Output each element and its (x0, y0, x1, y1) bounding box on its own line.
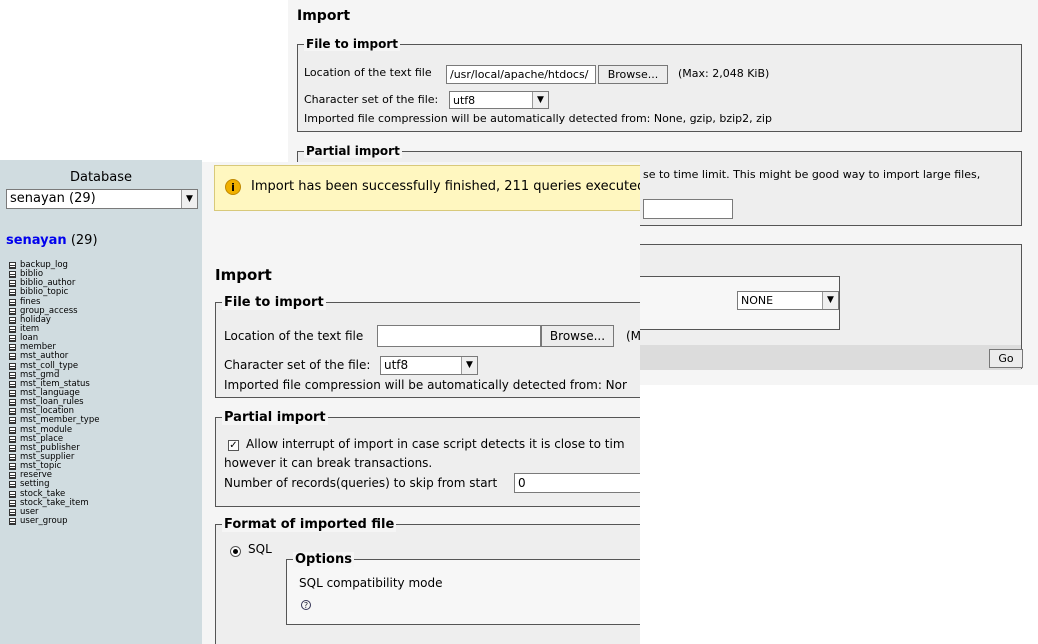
table-icon (9, 289, 16, 297)
table-icon (9, 508, 16, 516)
table-list: backup_log biblio biblio_author biblio_topi… (9, 261, 99, 526)
back-charset-label: Character set of the file: (304, 93, 439, 106)
sql-compat-label: SQL compatibility mode (299, 576, 443, 590)
back-charset-select[interactable]: utf8 ▼ (449, 91, 549, 109)
sql-format-radio[interactable] (230, 546, 241, 557)
table-icon (9, 399, 16, 407)
options-fieldset: Options SQL compatibility mode ? (286, 552, 640, 625)
back-compression-text: Imported file compression will be automa… (304, 112, 772, 125)
options-legend: Options (293, 552, 354, 567)
file-to-import-fieldset: File to import Location of the text file… (215, 295, 640, 398)
table-list-item[interactable]: user_group (9, 517, 99, 526)
back-partial-text: se to time limit. This might be good way… (643, 168, 981, 181)
database-name-link[interactable]: senayan (29) (6, 233, 98, 248)
table-icon (9, 326, 16, 334)
table-icon (9, 435, 16, 443)
back-compat-select[interactable]: NONE ▼ (737, 291, 839, 310)
charset-label: Character set of the file: (224, 358, 371, 372)
table-icon (9, 298, 16, 306)
database-select[interactable]: senayan (29) ▼ (6, 189, 198, 209)
back-file-to-import-fieldset: File to import Location of the text file… (297, 37, 1022, 132)
back-partial-legend: Partial import (304, 144, 402, 158)
database-name[interactable]: senayan (6, 233, 67, 248)
table-icon (9, 481, 16, 489)
table-icon (9, 335, 16, 343)
browse-button[interactable]: Browse... (541, 325, 614, 347)
table-icon (9, 353, 16, 361)
location-input[interactable] (377, 325, 541, 347)
format-legend: Format of imported file (222, 517, 397, 532)
table-icon (9, 390, 16, 398)
chevron-down-icon: ▼ (461, 357, 477, 374)
table-icon (9, 408, 16, 416)
back-charset-value: utf8 (453, 94, 476, 107)
database-count: (29) (70, 233, 98, 248)
back-skip-input[interactable] (643, 199, 733, 219)
table-icon (9, 417, 16, 425)
go-button[interactable]: Go (989, 349, 1023, 368)
success-notice-text: Import has been successfully finished, 2… (251, 179, 640, 194)
table-icon (9, 344, 16, 352)
back-page-title: Import (297, 8, 351, 24)
table-icon (9, 444, 16, 452)
allow-interrupt-continuation: however it can break transactions. (224, 456, 433, 470)
back-file-legend: File to import (304, 37, 401, 51)
skip-records-input[interactable]: 0 (514, 473, 640, 493)
table-icon (9, 307, 16, 315)
sql-format-label: SQL (248, 542, 272, 556)
database-heading: Database (69, 170, 133, 185)
location-label: Location of the text file (224, 329, 364, 343)
table-icon (9, 499, 16, 507)
table-name[interactable]: user_group (20, 517, 67, 526)
table-icon (9, 454, 16, 462)
table-icon (9, 280, 16, 288)
table-icon (9, 490, 16, 498)
success-notice: i Import has been successfully finished,… (214, 165, 640, 211)
table-icon (9, 271, 16, 279)
database-sidebar: Database senayan (29) ▼ senayan (29) bac… (0, 160, 202, 644)
skip-records-label: Number of records(queries) to skip from … (224, 476, 498, 490)
table-icon (9, 371, 16, 379)
table-icon (9, 380, 16, 388)
front-import-window: i Import has been successfully finished,… (202, 162, 640, 644)
allow-interrupt-label: Allow interrupt of import in case script… (246, 437, 625, 451)
table-icon (9, 463, 16, 471)
back-location-label: Location of the text file (304, 66, 432, 79)
back-browse-button[interactable]: Browse... (598, 65, 668, 84)
page-title: Import (215, 266, 272, 284)
database-select-value: senayan (29) (10, 191, 96, 206)
back-location-input[interactable]: /usr/local/apache/htdocs/ (446, 65, 596, 84)
back-max-size-text: (Max: 2,048 KiB) (678, 67, 770, 80)
table-icon (9, 316, 16, 324)
max-size-text: (M (626, 329, 640, 343)
info-icon: i (225, 179, 241, 195)
question-icon[interactable]: ? (301, 600, 311, 610)
format-fieldset: Format of imported file SQL Options SQL … (215, 517, 640, 644)
table-icon (9, 472, 16, 480)
compression-text: Imported file compression will be automa… (224, 378, 627, 392)
charset-select[interactable]: utf8 ▼ (380, 356, 478, 375)
allow-interrupt-checkbox[interactable]: ✓ (228, 440, 239, 451)
partial-legend: Partial import (222, 410, 328, 425)
table-icon (9, 426, 16, 434)
charset-value: utf8 (384, 358, 409, 372)
table-icon (9, 362, 16, 370)
chevron-down-icon: ▼ (532, 92, 548, 108)
table-icon (9, 262, 16, 270)
table-icon (9, 518, 16, 525)
back-compat-value: NONE (741, 294, 774, 307)
file-legend: File to import (222, 295, 326, 310)
chevron-down-icon: ▼ (181, 190, 197, 208)
chevron-down-icon: ▼ (822, 292, 838, 309)
partial-import-fieldset: Partial import ✓ Allow interrupt of impo… (215, 410, 640, 507)
